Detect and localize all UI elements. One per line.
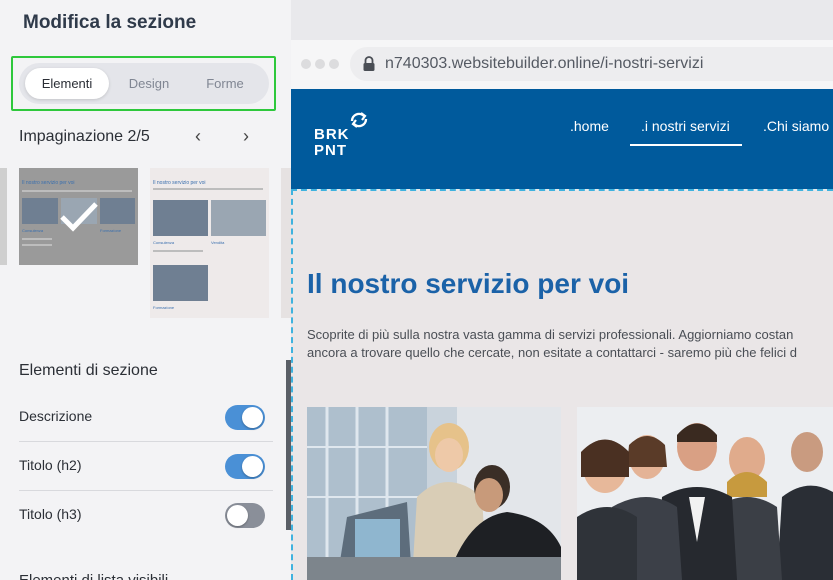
panel-tabs: Elementi Design Forme [19,63,269,104]
thumb-caption: Consulenza [153,240,175,245]
toggle-label: Titolo (h3) [19,506,82,522]
logo-line: BRK [314,126,350,143]
visible-list-elements-title: Elementi di lista visibili [19,572,168,580]
nav-link-home[interactable]: .home [570,118,609,134]
toggle-knob [242,456,263,477]
layout-thumb-next[interactable] [281,168,291,318]
thumb-image [22,198,58,224]
site-logo[interactable]: BRK PNT [314,111,374,161]
tab-elementi[interactable]: Elementi [25,68,109,99]
panel-title: Modifica la sezione [23,12,197,33]
thumb-title: Il nostro servizio per voi [153,180,206,186]
thumb-image [100,198,135,224]
thumb-image [153,265,208,301]
edit-section-panel: Modifica la sezione Elementi Design Form… [0,0,291,580]
sync-icon [350,112,368,128]
thumb-image [211,200,266,236]
nav-link-chi-siamo[interactable]: .Chi siamo [763,118,829,134]
browser-chrome: n740303.websitebuilder.online/i-nostri-s… [291,40,833,89]
toggle-row-descrizione: Descrizione [19,393,273,442]
checkmark-icon [60,202,98,232]
toggle-label: Descrizione [19,408,93,424]
layout-pager-label: Impaginazione 2/5 [19,128,150,145]
prev-layout-button[interactable]: ‹ [188,126,208,146]
section-outline-top [291,189,833,191]
toggle-knob [242,407,263,428]
section-heading[interactable]: Il nostro servizio per voi [307,268,629,300]
team-photo-image[interactable] [577,407,833,580]
tab-forme[interactable]: Forme [187,68,263,99]
window-dot [315,59,325,69]
site-preview: n740303.websitebuilder.online/i-nostri-s… [291,0,833,580]
chevron-right-icon: › [243,126,249,146]
thumb-text-line [153,188,263,190]
description-line: Scoprite di più sulla nostra vasta gamma… [307,327,794,342]
thumb-image [153,200,208,236]
titolo-h2-toggle[interactable] [225,454,265,479]
toggle-row-titolo-h2: Titolo (h2) [19,442,273,491]
window-dot [301,59,311,69]
logo-line: PNT [314,142,347,159]
descrizione-toggle[interactable] [225,405,265,430]
thumb-text-line [22,244,52,246]
thumb-text-line [153,250,203,252]
toggle-row-titolo-h3: Titolo (h3) [19,491,273,540]
toggle-knob [227,505,248,526]
window-dot [329,59,339,69]
address-bar[interactable]: n740303.websitebuilder.online/i-nostri-s… [350,47,833,81]
lock-icon [363,56,375,71]
thumb-text-line [22,238,52,240]
thumb-caption: Formazione [100,228,122,233]
thumb-title: Il nostro servizio per voi [22,180,75,186]
toggle-label: Titolo (h2) [19,457,82,473]
url-text: n740303.websitebuilder.online/i-nostri-s… [385,55,704,72]
logo-text: BRK PNT [314,127,350,159]
section-outline-left [291,189,293,580]
next-layout-button[interactable]: › [236,126,256,146]
thumb-caption: Vendita [211,240,225,245]
nav-active-underline [630,144,742,146]
tab-design[interactable]: Design [111,68,187,99]
layout-thumb-option[interactable]: Il nostro servizio per voi Consulenza Ve… [150,168,269,318]
site-header: BRK PNT .home .i nostri servizi .Chi sia… [291,89,833,189]
nav-link-servizi[interactable]: .i nostri servizi [641,118,730,134]
layout-thumb-previous[interactable] [0,168,7,265]
thumb-caption: Consulenza [22,228,44,233]
thumb-text-line [22,190,132,192]
office-photo-image[interactable] [307,407,561,580]
section-elements-title: Elementi di sezione [19,362,158,379]
section-description[interactable]: Scoprite di più sulla nostra vasta gamma… [307,326,797,362]
titolo-h3-toggle[interactable] [225,503,265,528]
description-line: ancora a trovare quello che cercate, non… [307,345,797,360]
chevron-left-icon: ‹ [195,126,201,146]
thumb-caption: Formazione [153,305,175,310]
